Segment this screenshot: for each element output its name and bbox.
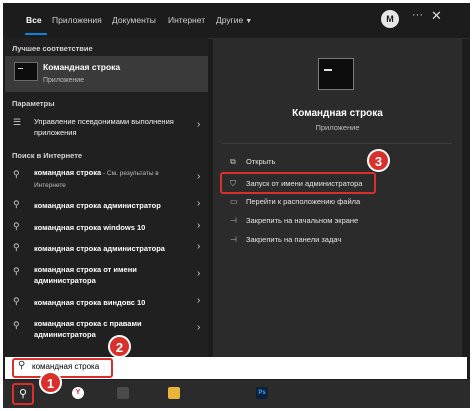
web-item-text: командная строка xyxy=(34,168,102,177)
more-options-icon[interactable]: ··· xyxy=(412,9,423,21)
close-icon[interactable]: ✕ xyxy=(431,8,442,24)
chevron-down-icon: ▼ xyxy=(245,18,253,25)
chevron-right-icon: › xyxy=(197,119,201,130)
pin-icon: ⊣ xyxy=(230,216,237,225)
taskbar-search-button[interactable]: ⚲ xyxy=(12,383,34,405)
best-match-subtitle: Приложение xyxy=(43,77,85,84)
action-label: Закрепить на панели задач xyxy=(246,235,342,244)
list-item[interactable]: ⚲ командная строка администратора › xyxy=(5,241,208,256)
search-icon: ⚲ xyxy=(13,242,20,252)
search-icon: ⚲ xyxy=(13,296,20,306)
step-badge-2: 2 xyxy=(108,335,131,358)
search-icon: ⚲ xyxy=(13,266,20,276)
action-pin-to-taskbar[interactable]: ⊣ Закрепить на панели задач xyxy=(230,235,341,244)
chevron-right-icon: › xyxy=(197,171,201,182)
list-item[interactable]: ⚲ командная строка - См. результаты в Ин… xyxy=(5,166,208,190)
tab-apps[interactable]: Приложения xyxy=(52,15,102,25)
command-prompt-icon xyxy=(318,58,354,90)
yandex-browser-icon[interactable]: Y xyxy=(72,387,84,399)
search-icon: ⚲ xyxy=(18,388,28,400)
app-subtitle: Приложение xyxy=(315,123,360,132)
web-item-text: командная строка windows 10 xyxy=(34,223,146,232)
web-item-text: командная строка виндовс 10 xyxy=(34,298,146,307)
search-icon: ⚲ xyxy=(13,320,20,330)
step-badge-1: 1 xyxy=(39,371,62,394)
settings-item-label: Управление псевдонимами выполнения прило… xyxy=(34,117,174,137)
tab-all[interactable]: Все xyxy=(26,15,42,25)
action-pin-to-start[interactable]: ⊣ Закрепить на начальном экране xyxy=(230,216,358,225)
search-icon: ⚲ xyxy=(13,169,20,179)
avatar[interactable]: M xyxy=(381,10,399,28)
action-open-file-location[interactable]: ▭ Перейти к расположению файла xyxy=(230,197,360,206)
folder-icon: ▭ xyxy=(230,197,238,206)
list-item[interactable]: ⚲ командная строка администратор › xyxy=(5,198,208,213)
tab-documents[interactable]: Документы xyxy=(112,15,156,25)
list-item[interactable]: ⚲ командная строка с правами администрат… xyxy=(5,317,208,347)
search-icon: ⚲ xyxy=(13,199,20,209)
best-match-header: Лучшее соответствие xyxy=(12,44,93,53)
best-match-title: Командная строка xyxy=(43,62,121,72)
settings-header: Параметры xyxy=(12,99,55,108)
web-search-header: Поиск в Интернете xyxy=(12,151,83,160)
taskbar-app-icon[interactable] xyxy=(117,387,129,399)
folder-icon[interactable] xyxy=(168,387,180,399)
web-item-text: командная строка от имени администратора xyxy=(34,265,137,285)
web-item-text: командная строка администратор xyxy=(34,201,161,210)
divider xyxy=(222,143,452,144)
list-item[interactable]: ⚲ командная строка windows 10 › xyxy=(5,220,208,235)
settings-item[interactable]: ☰ Управление псевдонимами выполнения при… xyxy=(5,113,208,139)
pin-icon: ⊣ xyxy=(230,235,237,244)
action-label: Перейти к расположению файла xyxy=(246,197,361,206)
tab-other-label: Другие xyxy=(216,15,244,25)
list-item[interactable]: ⚲ командная строка виндовс 10 › xyxy=(5,295,208,310)
photoshop-icon[interactable]: Ps xyxy=(256,387,268,399)
app-title: Командная строка xyxy=(292,108,383,119)
list-item[interactable]: ⚲ командная строка от имени администрато… xyxy=(5,263,208,287)
chevron-right-icon: › xyxy=(197,220,201,231)
command-prompt-icon xyxy=(14,62,38,81)
highlight-run-as-admin xyxy=(220,172,376,194)
web-item-text: командная строка администратора xyxy=(34,244,165,253)
step-badge-3: 3 xyxy=(367,149,390,172)
chevron-right-icon: › xyxy=(197,198,201,209)
chevron-right-icon: › xyxy=(197,268,201,279)
search-input[interactable] xyxy=(32,362,112,371)
chevron-right-icon: › xyxy=(197,295,201,306)
open-icon: ⧉ xyxy=(230,157,236,166)
chevron-right-icon: › xyxy=(197,241,201,252)
tab-other[interactable]: Другие ▼ xyxy=(216,15,252,25)
tab-all-underline xyxy=(25,33,47,35)
action-label: Открыть xyxy=(246,157,276,166)
tab-internet[interactable]: Интернет xyxy=(168,15,205,25)
action-label: Закрепить на начальном экране xyxy=(246,216,359,225)
search-icon: ⚲ xyxy=(18,360,26,371)
search-icon: ⚲ xyxy=(13,221,20,231)
action-open[interactable]: ⧉ Открыть xyxy=(230,157,275,167)
list-settings-icon: ☰ xyxy=(13,117,22,127)
chevron-right-icon: › xyxy=(197,322,201,333)
